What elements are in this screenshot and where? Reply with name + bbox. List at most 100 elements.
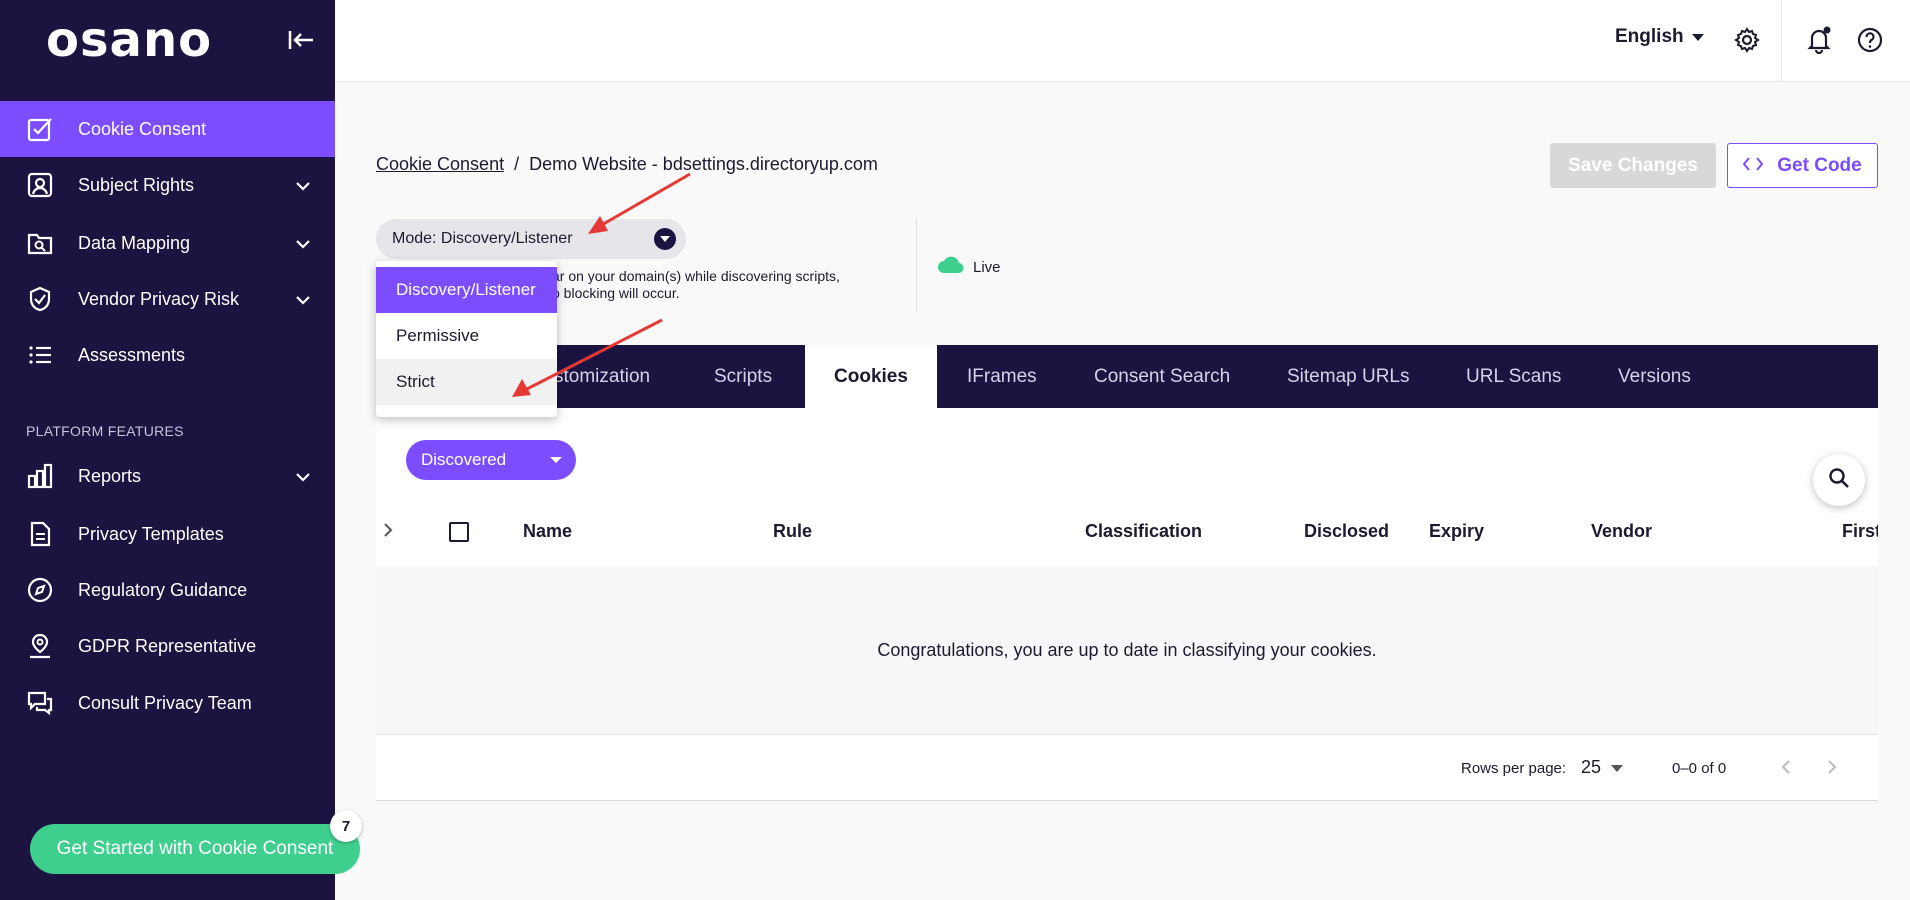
breadcrumb: Cookie Consent / Demo Website - bdsettings… [376,154,878,175]
empty-state-message: Congratulations, you are up to date in c… [877,639,1377,660]
caret-down-icon [1611,757,1624,778]
chevron-down-icon[interactable] [295,233,311,254]
breadcrumb-current: Demo Website - bdsettings.directoryup.co… [529,154,878,174]
sidebar-item-vendor-privacy-risk[interactable]: Vendor Privacy Risk [0,271,335,327]
bell-icon[interactable] [1803,24,1835,56]
column-header-expiry[interactable]: Expiry [1429,521,1484,542]
filter-label: Discovered [421,450,507,469]
section-label-platform-features: PLATFORM FEATURES [26,423,184,439]
sidebar-item-label: Privacy Templates [78,523,224,544]
sidebar-item-label: Assessments [78,344,186,365]
get-started-badge: 7 [330,810,362,842]
mode-description-line: o blocking will occur. [552,285,680,301]
column-header-rule[interactable]: Rule [773,521,812,542]
breadcrumb-separator: / [514,154,520,174]
filter-select[interactable]: Discovered [406,440,576,480]
table-header: Name Rule Classification Disclosed Expir… [376,508,1878,558]
sidebar-item-label: Consult Privacy Team [78,692,252,713]
search-icon [1828,467,1850,494]
chevron-down-icon[interactable] [295,175,311,196]
menu-item-discovery-listener[interactable]: Discovery/Listener [376,267,557,313]
location-user-icon [26,632,54,660]
sidebar-item-gdpr-representative[interactable]: GDPR Representative [0,618,335,674]
column-header-first[interactable]: First [1842,521,1878,542]
chevron-down-icon[interactable] [295,466,311,487]
sidebar-item-label: Reports [78,465,142,486]
sidebar-item-label: Vendor Privacy Risk [78,288,240,309]
vertical-divider [916,218,917,313]
gear-icon[interactable] [1731,24,1763,56]
checkbox-icon [26,115,54,143]
shield-check-icon [26,285,54,313]
menu-item-permissive[interactable]: Permissive [376,313,557,359]
search-button[interactable] [1813,454,1865,506]
language-label: English [1615,26,1684,47]
logo-row: osano [0,0,335,80]
tab-bar: stomization Scripts Cookies IFrames Cons… [376,345,1878,408]
rows-per-page-label: Rows per page: [1461,760,1567,777]
rows-per-page-select[interactable]: 25 [1581,757,1624,778]
folder-search-icon [26,229,54,257]
caret-down-icon[interactable] [654,228,676,250]
tab-sitemap-urls[interactable]: Sitemap URLs [1287,345,1410,408]
live-status: Live [937,256,1001,278]
chevron-down-icon[interactable] [295,289,311,310]
cookies-table-panel: Discovered Name Rule Classification Disc… [376,408,1878,801]
top-bar: English [335,0,1910,82]
live-label: Live [973,258,1001,276]
chat-icon [26,689,54,717]
table-pagination: Rows per page: 25 0–0 of 0 [376,734,1878,801]
sidebar-item-consult-privacy-team[interactable]: Consult Privacy Team [0,675,335,731]
tab-iframes[interactable]: IFrames [967,345,1037,408]
tab-cookies[interactable]: Cookies [805,345,937,408]
column-header-name[interactable]: Name [523,521,572,542]
sidebar-item-data-mapping[interactable]: Data Mapping [0,215,335,271]
sidebar-item-label: Subject Rights [78,174,195,195]
help-icon[interactable] [1854,24,1886,56]
compass-icon [26,576,54,604]
user-card-icon [26,171,54,199]
bar-chart-icon [26,462,54,490]
sidebar-item-label: Data Mapping [78,232,191,253]
collapse-sidebar-icon[interactable] [281,20,321,60]
tab-versions[interactable]: Versions [1618,345,1691,408]
sidebar-item-assessments[interactable]: Assessments [0,327,335,383]
save-changes-button[interactable]: Save Changes [1550,143,1716,188]
get-started-button[interactable]: Get Started with Cookie Consent [30,824,360,874]
osano-logo[interactable]: osano [46,12,212,68]
sidebar-item-privacy-templates[interactable]: Privacy Templates [0,506,335,562]
code-icon [1742,155,1764,177]
mode-dropdown-menu: Discovery/Listener Permissive Strict [376,261,557,417]
column-header-disclosed[interactable]: Disclosed [1304,521,1389,542]
sidebar-item-label: Cookie Consent [78,118,207,139]
tab-scripts[interactable]: Scripts [714,345,772,408]
mode-description-line: ar on your domain(s) while discovering s… [552,268,840,284]
sidebar-item-reports[interactable]: Reports [0,448,335,504]
language-select[interactable]: English [1615,26,1704,48]
sidebar-item-label: Regulatory Guidance [78,579,248,600]
column-header-vendor[interactable]: Vendor [1591,521,1652,542]
sidebar-item-label: GDPR Representative [78,635,257,656]
prev-page-icon[interactable] [1774,755,1798,779]
get-code-button[interactable]: Get Code [1727,143,1878,188]
caret-down-icon [550,457,562,463]
select-all-checkbox[interactable] [449,522,469,542]
sidebar-item-cookie-consent[interactable]: Cookie Consent [0,101,335,157]
pagination-range: 0–0 of 0 [1672,760,1727,777]
tab-url-scans[interactable]: URL Scans [1466,345,1561,408]
sidebar-item-subject-rights[interactable]: Subject Rights [0,157,335,213]
tab-customization[interactable]: stomization [554,345,650,408]
cloud-icon [937,256,965,278]
tab-consent-search[interactable]: Consent Search [1094,345,1230,408]
sidebar-item-regulatory-guidance[interactable]: Regulatory Guidance [0,562,335,618]
mode-description: ar on your domain(s) while discovering s… [552,268,840,302]
chevron-right-icon[interactable] [382,521,394,544]
column-header-classification[interactable]: Classification [1085,521,1202,542]
get-code-label: Get Code [1777,154,1862,176]
mode-select[interactable]: Mode: Discovery/Listener [376,219,686,259]
next-page-icon[interactable] [1820,755,1844,779]
menu-item-strict[interactable]: Strict [376,359,557,405]
breadcrumb-link-cookie-consent[interactable]: Cookie Consent [376,154,504,174]
document-icon [26,520,54,548]
sidebar: osano Cookie Consent Subject Rights Data… [0,0,335,900]
